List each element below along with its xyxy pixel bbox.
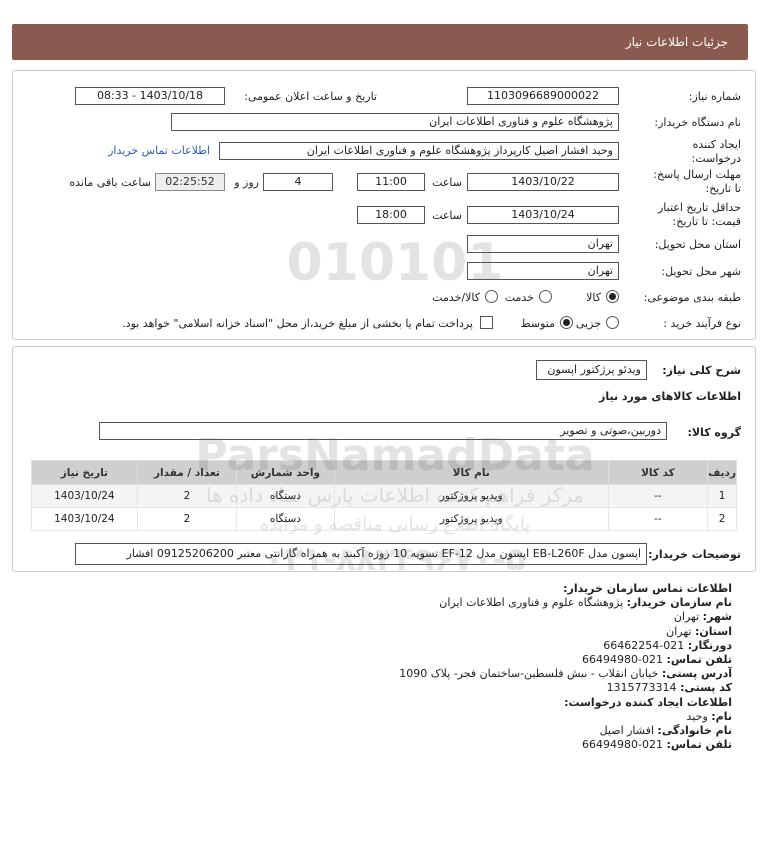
category-option-goods: کالا xyxy=(586,291,601,304)
category-label: طبقه بندی موضوعی: xyxy=(643,291,741,304)
process-radio-minor[interactable] xyxy=(606,316,619,329)
creator-phone-value: 021-66494980 xyxy=(582,738,664,752)
reply-time-field: 11:00 xyxy=(357,173,425,191)
validity-label: حداقل تاریخ اعتبار xyxy=(657,201,741,214)
col-code: کد کالا xyxy=(607,460,709,485)
buyer-name-value: پژوهشگاه علوم و فناوری اطلاعات ایران xyxy=(439,596,624,610)
phone-label: تلفن تماس: xyxy=(666,653,732,667)
reply-time-label: ساعت xyxy=(432,176,462,189)
reply-deadline-label: مهلت ارسال پاسخ: xyxy=(653,168,741,181)
cell-unit: دستگاه xyxy=(236,484,335,508)
cell-row: 2 xyxy=(707,507,737,531)
treasury-payment-note: پرداخت تمام یا بخشی از مبلغ خرید،از محل … xyxy=(122,317,473,330)
buyer-name-label: نام سازمان خریدار: xyxy=(626,596,732,610)
phone-value: 021-66494980 xyxy=(582,653,664,667)
creator-field: وحید افشار اصیل کارپرداز پژوهشگاه علوم و… xyxy=(219,142,619,160)
contact-city-value: تهران xyxy=(673,610,700,624)
category-radio-both[interactable] xyxy=(485,290,498,303)
fax-label: دورنگار: xyxy=(687,638,732,652)
category-option-both: کالا/خدمت xyxy=(432,291,480,304)
contact-province-value: تهران xyxy=(666,624,692,638)
col-quantity: تعداد / مقدار xyxy=(136,460,238,485)
table-row: 2 -- ویدیو پروژکتور دستگاه 2 1403/10/24 xyxy=(31,507,737,531)
col-date: تاریخ نیاز xyxy=(31,460,138,485)
creator-title: اطلاعات ایجاد کننده درخواست: xyxy=(564,695,732,709)
process-radio-medium[interactable] xyxy=(560,316,573,329)
validity-date-field: 1403/10/24 xyxy=(467,206,619,224)
col-unit: واحد شمارش xyxy=(236,460,335,485)
reply-deadline-label-2: تا تاریخ: xyxy=(705,182,741,195)
table-row: 1 -- ویدیو پروژکتور دستگاه 2 1403/10/24 xyxy=(31,484,737,508)
address-value: خیابان انقلاب - نبش فلسطین-ساختمان فجر- … xyxy=(399,667,659,681)
announce-field: 1403/10/18 - 08:33 xyxy=(75,87,225,105)
cell-quantity: 2 xyxy=(136,507,238,531)
cell-date: 1403/10/24 xyxy=(31,507,138,531)
need-number-label: شماره نیاز: xyxy=(688,90,741,103)
city-field: تهران xyxy=(467,262,619,280)
validity-time-label: ساعت xyxy=(432,209,462,222)
cell-unit: دستگاه xyxy=(236,507,335,531)
description-field: ویدئو پرژکتور اپسون xyxy=(536,360,647,380)
process-label: نوع فرآیند خرید : xyxy=(663,317,741,330)
last-name-label: نام خانوادگی: xyxy=(657,724,732,738)
buyer-contact-link[interactable]: اطلاعات تماس خریدار xyxy=(108,144,210,157)
reply-date-field: 1403/10/22 xyxy=(467,173,619,191)
province-label: استان محل تحویل: xyxy=(654,238,741,251)
contact-province-label: استان: xyxy=(695,624,732,638)
cell-row: 1 xyxy=(707,484,737,508)
creator-label: ایجاد کننده xyxy=(692,138,741,151)
goods-info-title: اطلاعات کالاهای مورد نیاز xyxy=(599,390,741,403)
city-label: شهر محل تحویل: xyxy=(661,265,741,278)
page-title: جزئیات اطلاعات نیاز xyxy=(625,35,728,49)
group-field: دوربین،صوتی و تصویر xyxy=(99,422,667,440)
cell-code: -- xyxy=(607,484,709,508)
buyer-notes-field: اپسون مدل EB-L260F اپسون مدل EF-12 تسویه… xyxy=(75,543,647,565)
days-label: روز و xyxy=(234,176,259,189)
address-label: آدرس پستی: xyxy=(661,667,732,681)
cell-name: ویدیو پروژکتور xyxy=(333,507,609,531)
postal-value: 1315773314 xyxy=(606,681,677,695)
contact-city-label: شهر: xyxy=(702,610,732,624)
table-header-row: ردیف کد کالا نام کالا واحد شمارش تعداد /… xyxy=(31,460,737,485)
province-field: تهران xyxy=(467,235,619,253)
buyer-notes-label: توضیحات خریدار: xyxy=(648,548,741,561)
cell-date: 1403/10/24 xyxy=(31,484,138,508)
contact-title: اطلاعات تماس سازمان خریدار: xyxy=(563,582,732,595)
need-number-field: 1103096689000022 xyxy=(467,87,619,105)
creator-phone-label: تلفن تماس: xyxy=(666,738,732,752)
cell-code: -- xyxy=(607,507,709,531)
first-name-value: وحید xyxy=(686,709,708,723)
treasury-payment-checkbox[interactable] xyxy=(480,316,493,329)
cell-name: ویدیو پروژکتور xyxy=(333,484,609,508)
last-name-value: افشار اصیل xyxy=(599,724,654,738)
days-field: 4 xyxy=(263,173,333,191)
first-name-label: نام: xyxy=(711,709,732,723)
page-header: جزئیات اطلاعات نیاز xyxy=(12,24,748,60)
col-row: ردیف xyxy=(707,460,737,485)
validity-time-field: 18:00 xyxy=(357,206,425,224)
category-option-service: خدمت xyxy=(504,291,534,304)
process-option-minor: جزیی xyxy=(575,317,601,330)
category-radio-goods[interactable] xyxy=(606,290,619,303)
need-details-panel: شماره نیاز: 1103096689000022 تاریخ و ساع… xyxy=(12,70,756,340)
fax-value: 021-66462254 xyxy=(603,638,685,652)
remaining-time-field: 02:25:52 xyxy=(155,173,225,191)
process-option-medium: متوسط xyxy=(520,317,555,330)
description-label: شرح کلی نیاز: xyxy=(662,364,741,377)
category-radio-service[interactable] xyxy=(539,290,552,303)
cell-quantity: 2 xyxy=(136,484,238,508)
buyer-org-field: پژوهشگاه علوم و فناوری اطلاعات ایران xyxy=(171,113,619,131)
postal-label: کد پستی: xyxy=(680,681,732,695)
group-label: گروه کالا: xyxy=(687,426,741,439)
col-name: نام کالا xyxy=(333,460,609,485)
contact-section: اطلاعات تماس سازمان خریدار: نام سازمان خ… xyxy=(32,582,732,752)
creator-label-2: درخواست: xyxy=(691,152,741,165)
items-table: ردیف کد کالا نام کالا واحد شمارش تعداد /… xyxy=(31,460,737,531)
remaining-label: ساعت باقی مانده xyxy=(69,176,151,189)
announce-label: تاریخ و ساعت اعلان عمومی: xyxy=(244,90,377,103)
buyer-org-label: نام دستگاه خریدار: xyxy=(654,116,741,129)
validity-label-2: قیمت: تا تاریخ: xyxy=(672,215,741,228)
need-summary-panel: شرح کلی نیاز: ویدئو پرژکتور اپسون اطلاعا… xyxy=(12,346,756,572)
